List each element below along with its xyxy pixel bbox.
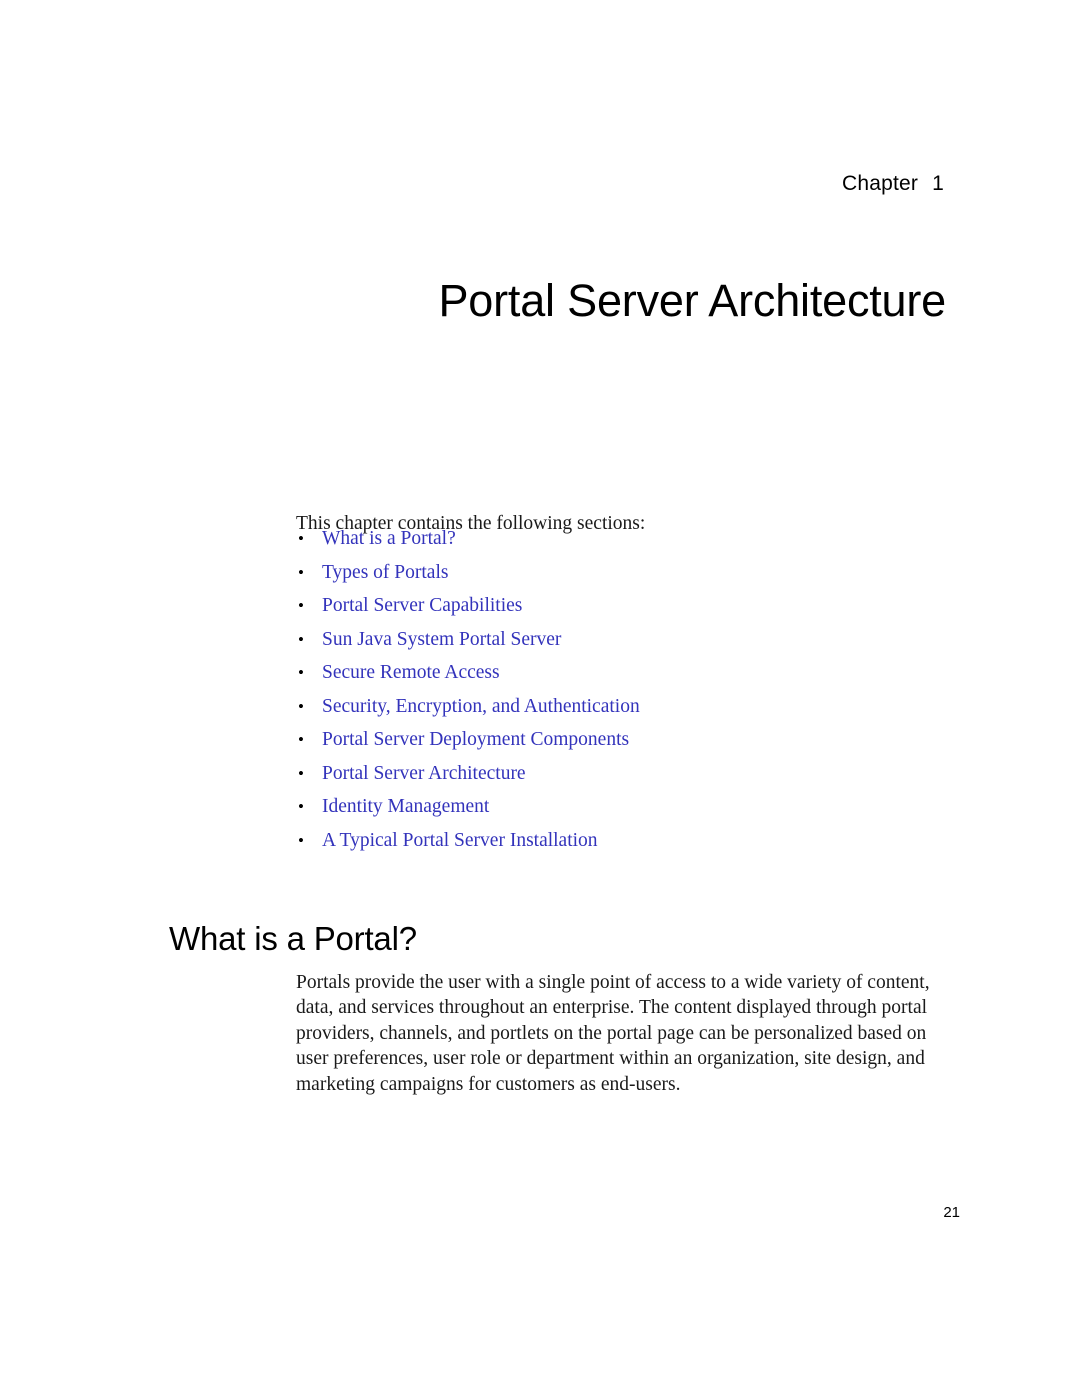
page-title: Portal Server Architecture	[438, 275, 946, 327]
bullet-icon: •	[298, 730, 304, 749]
bullet-icon: •	[298, 830, 304, 850]
section-body-paragraph: Portals provide the user with a single p…	[296, 971, 930, 1095]
toc-link[interactable]: Security, Encryption, and Authentication	[322, 696, 640, 717]
list-item[interactable]: • Sun Java System Portal Server	[296, 628, 976, 662]
list-item[interactable]: • Secure Remote Access	[296, 661, 976, 695]
toc-link[interactable]: Sun Java System Portal Server	[322, 629, 561, 650]
chapter-section-list: • What is a Portal? • Types of Portals •…	[296, 527, 976, 862]
list-item[interactable]: • Portal Server Deployment Components	[296, 728, 976, 762]
chapter-label: Chapter	[841, 172, 919, 195]
toc-link[interactable]: Secure Remote Access	[322, 662, 500, 683]
list-item[interactable]: • Types of Portals	[296, 561, 976, 595]
list-item[interactable]: • What is a Portal?	[296, 527, 976, 561]
bullet-icon: •	[298, 696, 304, 716]
bullet-icon: •	[298, 763, 304, 783]
toc-link[interactable]: Portal Server Architecture	[322, 763, 526, 784]
bullet-icon: •	[298, 562, 304, 582]
toc-link[interactable]: Identity Management	[322, 796, 489, 817]
list-item[interactable]: • Security, Encryption, and Authenticati…	[296, 695, 976, 729]
page-number-folio: 21	[943, 1204, 960, 1221]
bullet-icon: •	[298, 529, 304, 548]
toc-link[interactable]: A Typical Portal Server Installation	[322, 830, 598, 851]
list-item[interactable]: • A Typical Portal Server Installation	[296, 829, 976, 863]
bullet-icon: •	[298, 797, 304, 816]
document-page: Chapter 1 Portal Server Architecture This…	[0, 0, 1080, 1397]
bullet-icon: •	[298, 663, 304, 682]
list-item[interactable]: • Portal Server Architecture	[296, 762, 976, 796]
section-heading: What is a Portal?	[169, 920, 417, 958]
toc-link[interactable]: What is a Portal?	[322, 528, 456, 549]
list-item[interactable]: • Identity Management	[296, 795, 976, 829]
chapter-number: 1	[932, 172, 944, 195]
toc-link[interactable]: Types of Portals	[322, 562, 448, 583]
chapter-eyebrow: Chapter 1	[0, 172, 944, 196]
bullet-icon: •	[298, 629, 304, 649]
toc-link[interactable]: Portal Server Capabilities	[322, 595, 522, 616]
list-item[interactable]: • Portal Server Capabilities	[296, 594, 976, 628]
bullet-icon: •	[298, 596, 304, 615]
toc-link[interactable]: Portal Server Deployment Components	[322, 729, 629, 750]
